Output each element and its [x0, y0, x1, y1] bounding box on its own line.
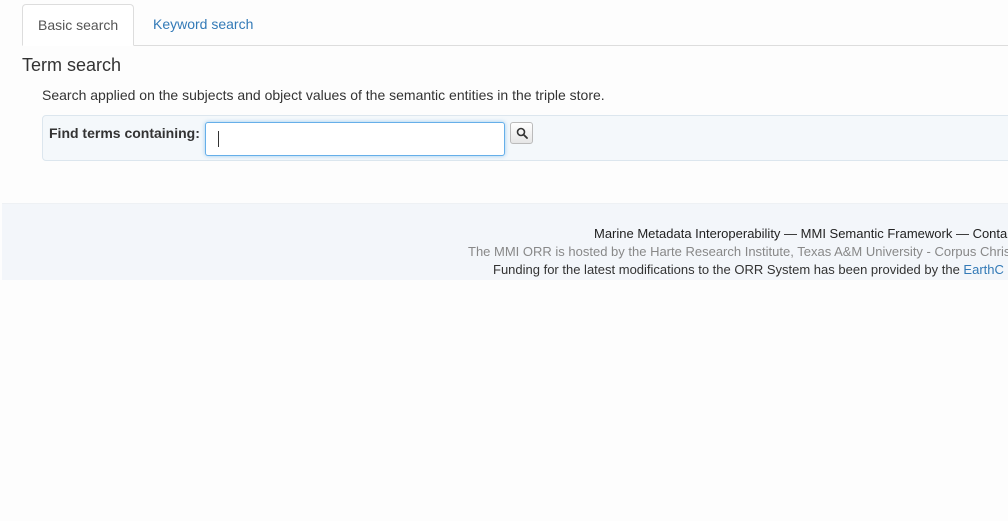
earthcube-link[interactable]: EarthC [963, 262, 1003, 277]
footer-credits: Marine Metadata Interoperability — MMI S… [594, 226, 1008, 241]
page-footer: Marine Metadata Interoperability — MMI S… [2, 203, 1008, 280]
term-search-title: Term search [22, 55, 122, 75]
term-search-description: Search applied on the subjects and objec… [42, 87, 605, 103]
search-button[interactable] [510, 122, 533, 144]
search-icon [516, 127, 528, 139]
search-panel: Find terms containing: [42, 115, 1008, 161]
text-caret [218, 131, 219, 147]
tab-keyword-search[interactable]: Keyword search [138, 4, 268, 45]
search-tabs: Basic search Keyword search [22, 4, 1008, 46]
search-input[interactable] [205, 122, 505, 156]
footer-funding-text: Funding for the latest modifications to … [493, 262, 964, 277]
find-terms-label: Find terms containing: [49, 125, 200, 141]
tab-basic-search[interactable]: Basic search [22, 4, 134, 46]
footer-hosting: The MMI ORR is hosted by the Harte Resea… [468, 244, 1008, 259]
footer-funding: Funding for the latest modifications to … [493, 262, 1004, 277]
